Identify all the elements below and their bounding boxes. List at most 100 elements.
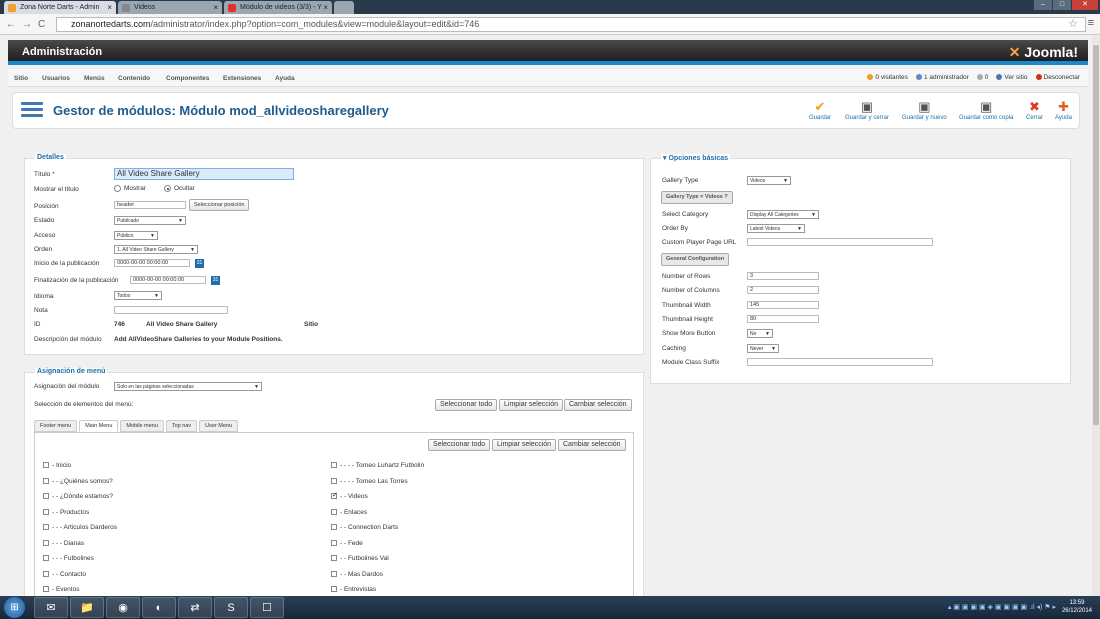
columns-input[interactable]: 2 xyxy=(747,286,819,294)
menu-item[interactable]: - Eventos xyxy=(43,586,79,593)
save-button[interactable]: ✔ Guardar xyxy=(809,99,831,121)
nav-item-sitio[interactable]: Sitio xyxy=(14,75,28,82)
back-icon[interactable]: ← xyxy=(6,19,16,30)
nav-item-menus[interactable]: Menús xyxy=(84,75,105,82)
show-title-radio[interactable]: Mostrar xyxy=(114,185,146,192)
menu-item-checkbox[interactable] xyxy=(331,508,337,515)
menu-item[interactable]: - - ¿Dónde estamos? xyxy=(43,493,113,500)
select-position-button[interactable]: Seleccionar posición xyxy=(189,199,250,211)
nav-item-contenido[interactable]: Contenido xyxy=(118,75,150,82)
menu-item-checkbox[interactable] xyxy=(331,477,337,484)
menu-item-checkbox[interactable] xyxy=(43,462,49,469)
publish-down-input[interactable]: 0000-00-00 00:00:00 xyxy=(130,276,206,284)
close-tab-icon[interactable]: × xyxy=(107,1,112,14)
help-button[interactable]: ✚ Ayuda xyxy=(1055,99,1072,121)
menu-item-checkbox[interactable] xyxy=(43,586,49,593)
taskbar-app-transfer[interactable]: ⇄ xyxy=(178,597,212,618)
menu-item[interactable]: - - - - Torneo Luhartz Futbolin xyxy=(331,462,424,469)
select-all-button[interactable]: Seleccionar todo xyxy=(435,399,498,411)
menu-item-checkbox[interactable] xyxy=(331,539,337,546)
menu-item-checkbox[interactable] xyxy=(331,462,337,469)
show-more-select[interactable]: No xyxy=(747,329,773,338)
menu-item-checkbox[interactable] xyxy=(43,493,49,500)
start-button[interactable]: ⊞ xyxy=(4,597,25,618)
menu-item[interactable]: - - - - Torneo Las Torres xyxy=(331,478,408,485)
order-select[interactable]: 1. All Video Share Gallery xyxy=(114,245,198,254)
taskbar-app-chrome[interactable]: ◉ xyxy=(106,597,140,618)
language-select[interactable]: Todos xyxy=(114,291,162,300)
close-tab-icon[interactable]: × xyxy=(323,1,328,14)
taskbar-app-office[interactable]: ☐ xyxy=(250,597,284,618)
close-window-button[interactable]: ✕ xyxy=(1072,0,1098,10)
menu-item[interactable]: - Enlaces xyxy=(331,509,367,516)
player-page-input[interactable] xyxy=(747,238,933,246)
forward-icon[interactable]: → xyxy=(22,19,32,30)
tab-main-menu[interactable]: Main Menu xyxy=(79,420,119,432)
menu-item-checkbox[interactable] xyxy=(43,524,49,531)
state-select[interactable]: Publicado xyxy=(114,216,186,225)
menu-item[interactable]: - - - Futbolines xyxy=(43,555,94,562)
menu-item[interactable]: - Inicio xyxy=(43,462,71,469)
taskbar-app-skype[interactable]: S xyxy=(214,597,248,618)
menu-item-checkbox[interactable] xyxy=(43,508,49,515)
thumb-width-input[interactable]: 145 xyxy=(747,301,819,309)
hide-title-radio[interactable]: Ocultar xyxy=(164,185,195,192)
page-scrollbar[interactable] xyxy=(1092,35,1100,596)
tab-user-menu[interactable]: User Menu xyxy=(199,420,239,432)
gallery-type-select[interactable]: Videos xyxy=(747,176,791,185)
tab-footer-menu[interactable]: Footer menu xyxy=(34,420,78,432)
menu-item[interactable]: - Entrevistas xyxy=(331,586,376,593)
new-tab-button[interactable] xyxy=(334,1,354,14)
caching-select[interactable]: Never xyxy=(747,344,779,353)
radio-hide[interactable] xyxy=(164,185,171,192)
browser-menu-icon[interactable]: ≡ xyxy=(1088,17,1094,29)
close-button[interactable]: ✖ Cerrar xyxy=(1026,99,1043,121)
menu-item[interactable]: - - - Articulos Darderos xyxy=(43,524,117,531)
note-input[interactable] xyxy=(114,306,228,314)
browser-tab-admin[interactable]: Zona Norte Darts - Admin × xyxy=(4,1,116,14)
minimize-button[interactable]: – xyxy=(1034,0,1052,10)
nav-item-usuarios[interactable]: Usuarios xyxy=(42,75,70,82)
toggle-selection-button[interactable]: Cambiar selección xyxy=(564,399,632,411)
system-tray[interactable]: ▴ ▣ ▣ ▣ ▣ ◈ ▣ ▣ ▣ ▣ .ıl ◂) ⚑ ▸ xyxy=(948,603,1056,611)
clock[interactable]: 13:59 26/12/2014 xyxy=(1062,599,1092,615)
menu-item-checkbox[interactable] xyxy=(331,555,337,562)
maximize-button[interactable]: □ xyxy=(1053,0,1071,10)
select-all-button[interactable]: Seleccionar todo xyxy=(428,439,491,451)
menu-item-checkbox[interactable] xyxy=(331,524,337,531)
nav-item-componentes[interactable]: Componentes xyxy=(166,75,209,82)
position-input[interactable]: header xyxy=(114,201,186,209)
menu-item[interactable]: - - Contacto xyxy=(43,571,86,578)
taskbar-app-mail[interactable]: ✉ xyxy=(34,597,68,618)
order-by-select[interactable]: Latest Videos xyxy=(747,224,805,233)
class-suffix-input[interactable] xyxy=(747,358,933,366)
scrollbar-thumb[interactable] xyxy=(1093,45,1099,425)
menu-item-checkbox[interactable] xyxy=(331,570,337,577)
radio-show[interactable] xyxy=(114,185,121,192)
menu-item-checkbox[interactable] xyxy=(43,570,49,577)
nav-item-extensiones[interactable]: Extensiones xyxy=(223,75,261,82)
menu-item[interactable]: - - Fede xyxy=(331,540,363,547)
browser-tab-videos[interactable]: Videos × xyxy=(118,1,222,14)
logout-link[interactable]: Desconectar xyxy=(1035,74,1080,81)
calendar-icon[interactable]: 31 xyxy=(211,276,220,285)
access-select[interactable]: Público xyxy=(114,231,158,240)
menu-item[interactable]: - - ¿Quiénes somos? xyxy=(43,478,113,485)
calendar-icon[interactable]: 31 xyxy=(195,259,204,268)
taskbar-app-explorer[interactable]: 📁 xyxy=(70,597,104,618)
rows-input[interactable]: 3 xyxy=(747,272,819,280)
menu-item[interactable]: - - Connection Darts xyxy=(331,524,398,531)
clear-selection-button[interactable]: Limpiar selección xyxy=(499,399,564,411)
thumb-height-input[interactable]: 80 xyxy=(747,315,819,323)
nav-item-ayuda[interactable]: Ayuda xyxy=(275,75,295,82)
menu-item[interactable]: - - Mas Dardos xyxy=(331,571,383,578)
menu-item[interactable]: - - Futbolines Val xyxy=(331,555,389,562)
save-close-button[interactable]: ▣ Guardar y cerrar xyxy=(845,99,889,121)
menu-item-checkbox[interactable] xyxy=(331,491,338,500)
title-input[interactable]: All Video Share Gallery xyxy=(114,168,294,180)
basic-options-legend[interactable]: ▾ Opciones básicas xyxy=(661,154,730,162)
save-copy-button[interactable]: ▣ Guardar como copia xyxy=(959,99,1013,121)
tab-mobile-menu[interactable]: Mobile menu xyxy=(120,420,164,432)
view-site-link[interactable]: Ver sitio xyxy=(996,74,1028,81)
bookmark-star-icon[interactable]: ☆ xyxy=(1068,17,1078,30)
